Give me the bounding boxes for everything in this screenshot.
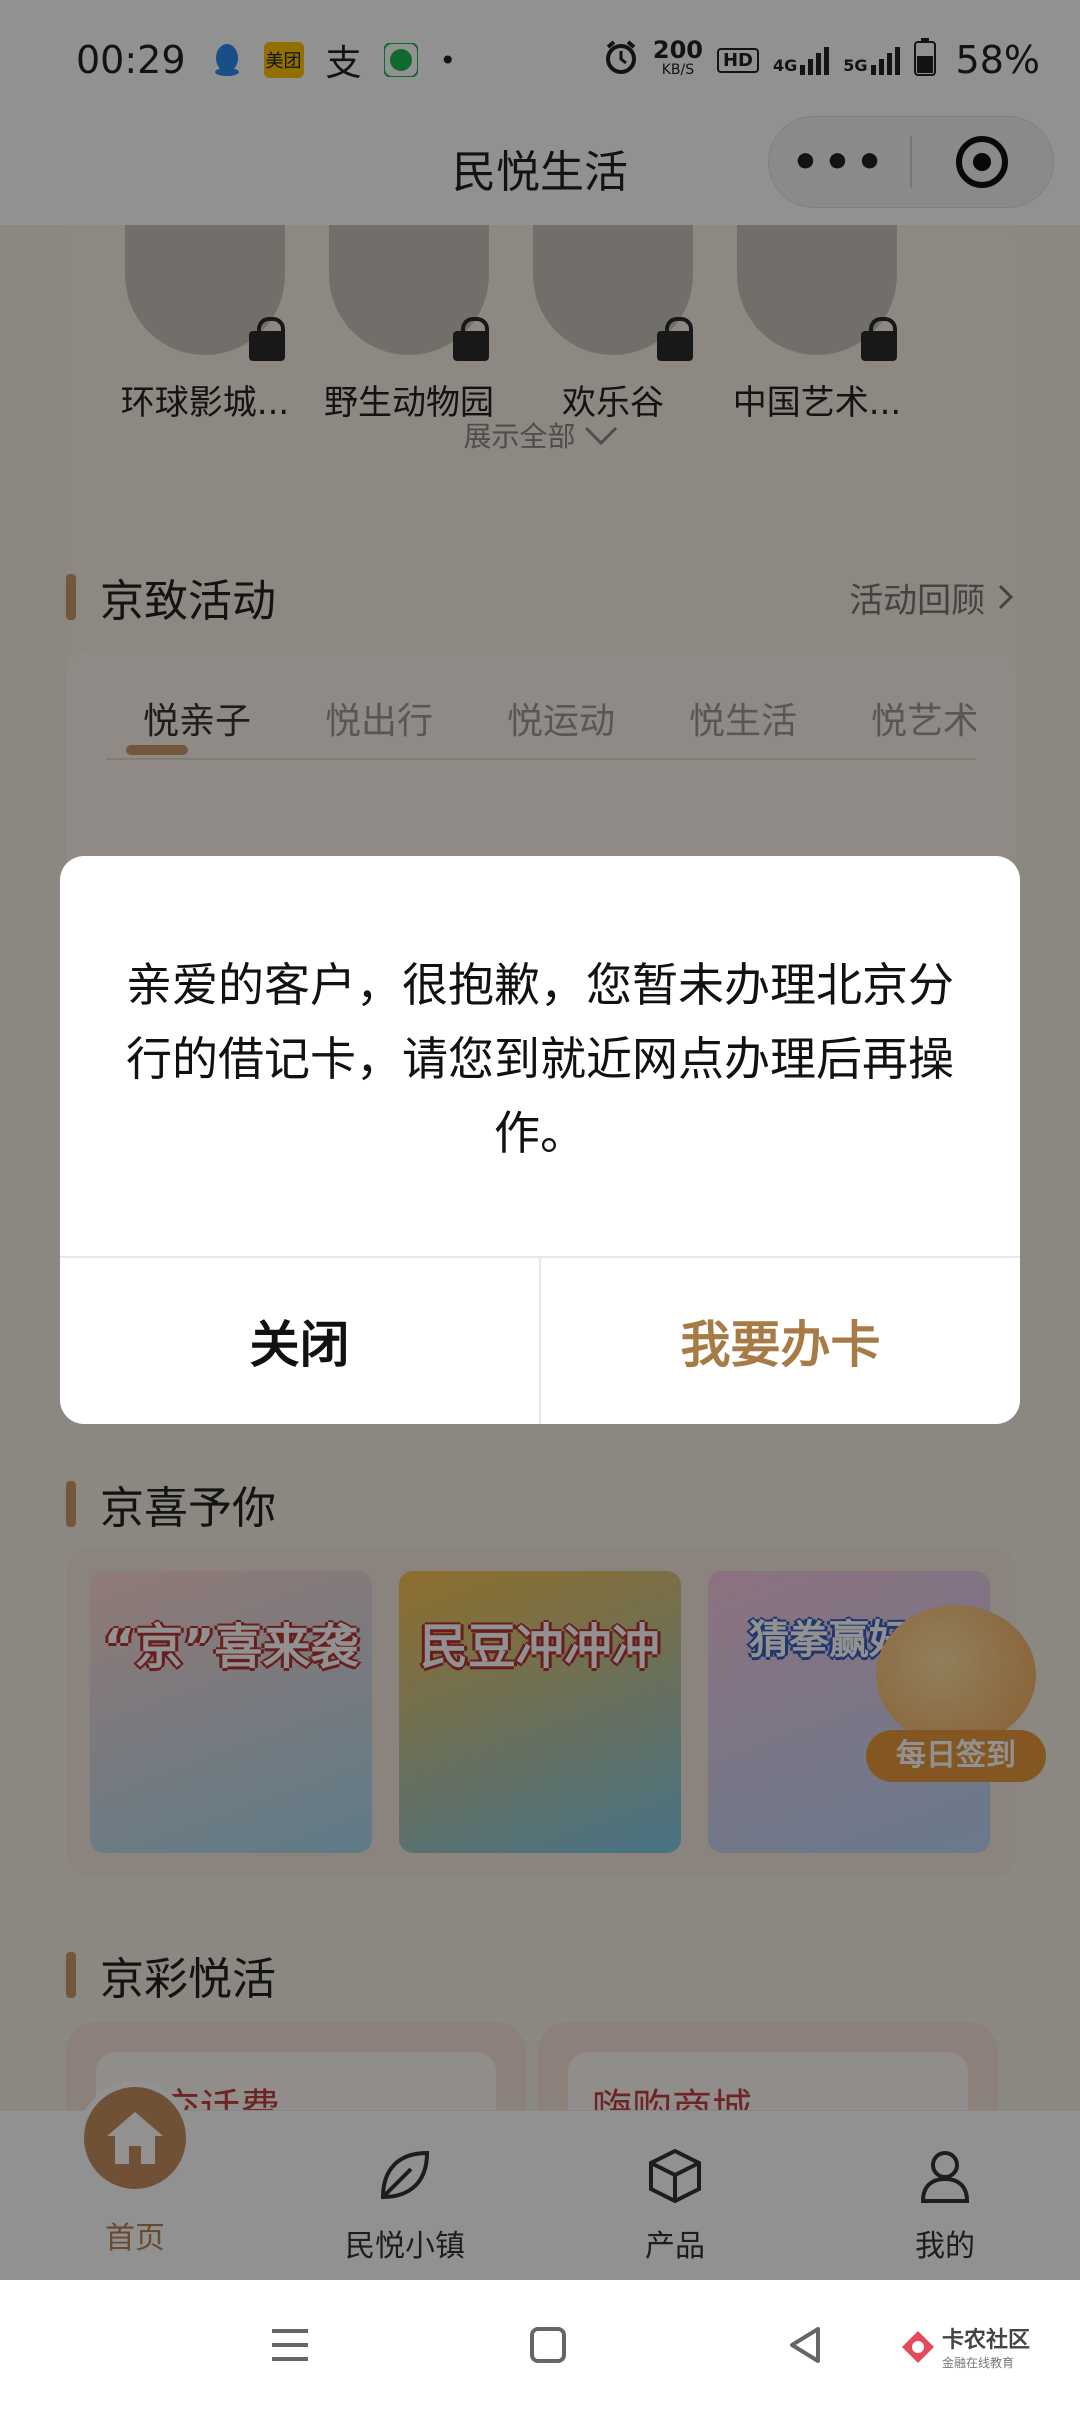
menu-icon [272,2329,308,2361]
kanong-logo-icon [902,2330,934,2363]
dialog-message: 亲爱的客户，很抱歉，您暂未办理北京分行的借记卡，请您到就近网点办理后再操作。 [126,958,954,1160]
watermark-name: 卡农社区 [942,2328,1031,2353]
square-icon [530,2327,566,2363]
watermark: 卡农社区 金融在线教育 [900,2322,1030,2371]
back-triangle-icon [790,2327,820,2363]
apply-card-button[interactable]: 我要办卡 [541,1258,1020,1424]
recent-apps-button[interactable] [260,2320,320,2370]
back-nav-button[interactable] [776,2320,836,2370]
system-nav-bar: 卡农社区 金融在线教育 [0,2280,1080,2412]
close-button[interactable]: 关闭 [60,1258,539,1424]
home-nav-button[interactable] [518,2320,578,2370]
watermark-sub: 金融在线教育 [942,2356,1015,2370]
alert-dialog: 亲爱的客户，很抱歉，您暂未办理北京分行的借记卡，请您到就近网点办理后再操作。 关… [60,856,1020,1424]
